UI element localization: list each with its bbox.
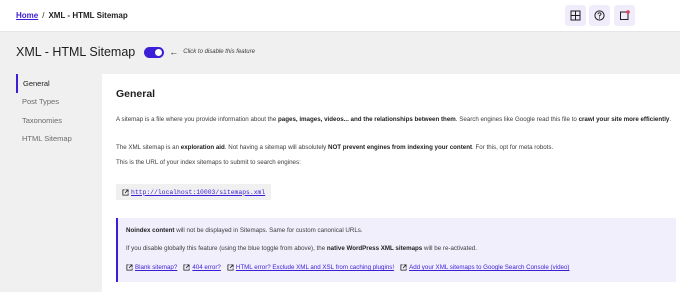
sitemap-url-link[interactable]: http://localhost:10003/sitemaps.xml (131, 189, 265, 196)
html-error-link[interactable]: HTML error? Exclude XML and XSL from cac… (236, 264, 394, 271)
exploration-aid-text: The XML sitemap is an exploration aid. N… (116, 144, 554, 151)
help-button[interactable] (589, 5, 610, 26)
general-panel: General A sitemap is a file where you pr… (102, 74, 680, 292)
breadcrumb-current: XML - HTML Sitemap (48, 11, 128, 20)
info-notice: Noindex content will not be displayed in… (116, 218, 676, 282)
sitemap-url-box: http://localhost:10003/sitemaps.xml (116, 184, 272, 200)
external-link-icon (400, 264, 407, 271)
grid-icon (570, 10, 581, 21)
feature-toggle[interactable] (144, 46, 165, 58)
breadcrumb: Home / XML - HTML Sitemap (16, 11, 128, 20)
arrow-left-icon: ← (169, 47, 179, 57)
breadcrumb-home-link[interactable]: Home (16, 11, 38, 20)
external-link-icon (183, 264, 190, 271)
help-link-item: Blank sitemap? (126, 264, 177, 271)
notifications-button[interactable] (614, 5, 635, 26)
blank-sitemap-link[interactable]: Blank sitemap? (135, 264, 177, 271)
toggle-hint: Click to disable this feature (183, 49, 255, 55)
help-links: Blank sitemap? 404 error? HTML error? Ex… (126, 264, 575, 271)
search-console-video-link[interactable]: Add your XML sitemaps to Google Search C… (409, 264, 569, 271)
notification-icon (620, 10, 630, 20)
external-link-icon (126, 264, 133, 271)
sidebar-item-post-types[interactable]: Post Types (16, 93, 102, 112)
help-icon (594, 10, 605, 21)
external-link-icon (122, 188, 129, 196)
panel-title: General (116, 88, 156, 100)
sidebar-item-general[interactable]: General (16, 74, 102, 93)
native-sitemap-note: If you disable globally this feature (us… (126, 245, 477, 252)
sidebar-item-taxonomies[interactable]: Taxonomies (16, 111, 102, 130)
page-title: XML - HTML Sitemap (16, 45, 136, 59)
breadcrumb-separator: / (42, 11, 45, 20)
toggle-knob (155, 48, 163, 56)
help-link-item: Add your XML sitemaps to Google Search C… (400, 264, 569, 271)
grid-button[interactable] (565, 5, 586, 26)
sitemap-description: A sitemap is a file where you provide in… (116, 116, 672, 123)
noindex-note: Noindex content will not be displayed in… (126, 227, 363, 234)
external-link-icon (227, 264, 234, 271)
feature-header: XML - HTML Sitemap ← Click to disable th… (16, 44, 255, 60)
help-link-item: 404 error? (183, 264, 221, 271)
settings-sidebar: General Post Types Taxonomies HTML Sitem… (16, 74, 102, 148)
sidebar-item-html-sitemap[interactable]: HTML Sitemap (16, 130, 102, 149)
404-error-link[interactable]: 404 error? (192, 264, 221, 271)
index-url-intro: This is the URL of your index sitemaps t… (116, 159, 301, 166)
help-link-item: HTML error? Exclude XML and XSL from cac… (227, 264, 394, 271)
top-bar: Home / XML - HTML Sitemap (0, 0, 680, 32)
